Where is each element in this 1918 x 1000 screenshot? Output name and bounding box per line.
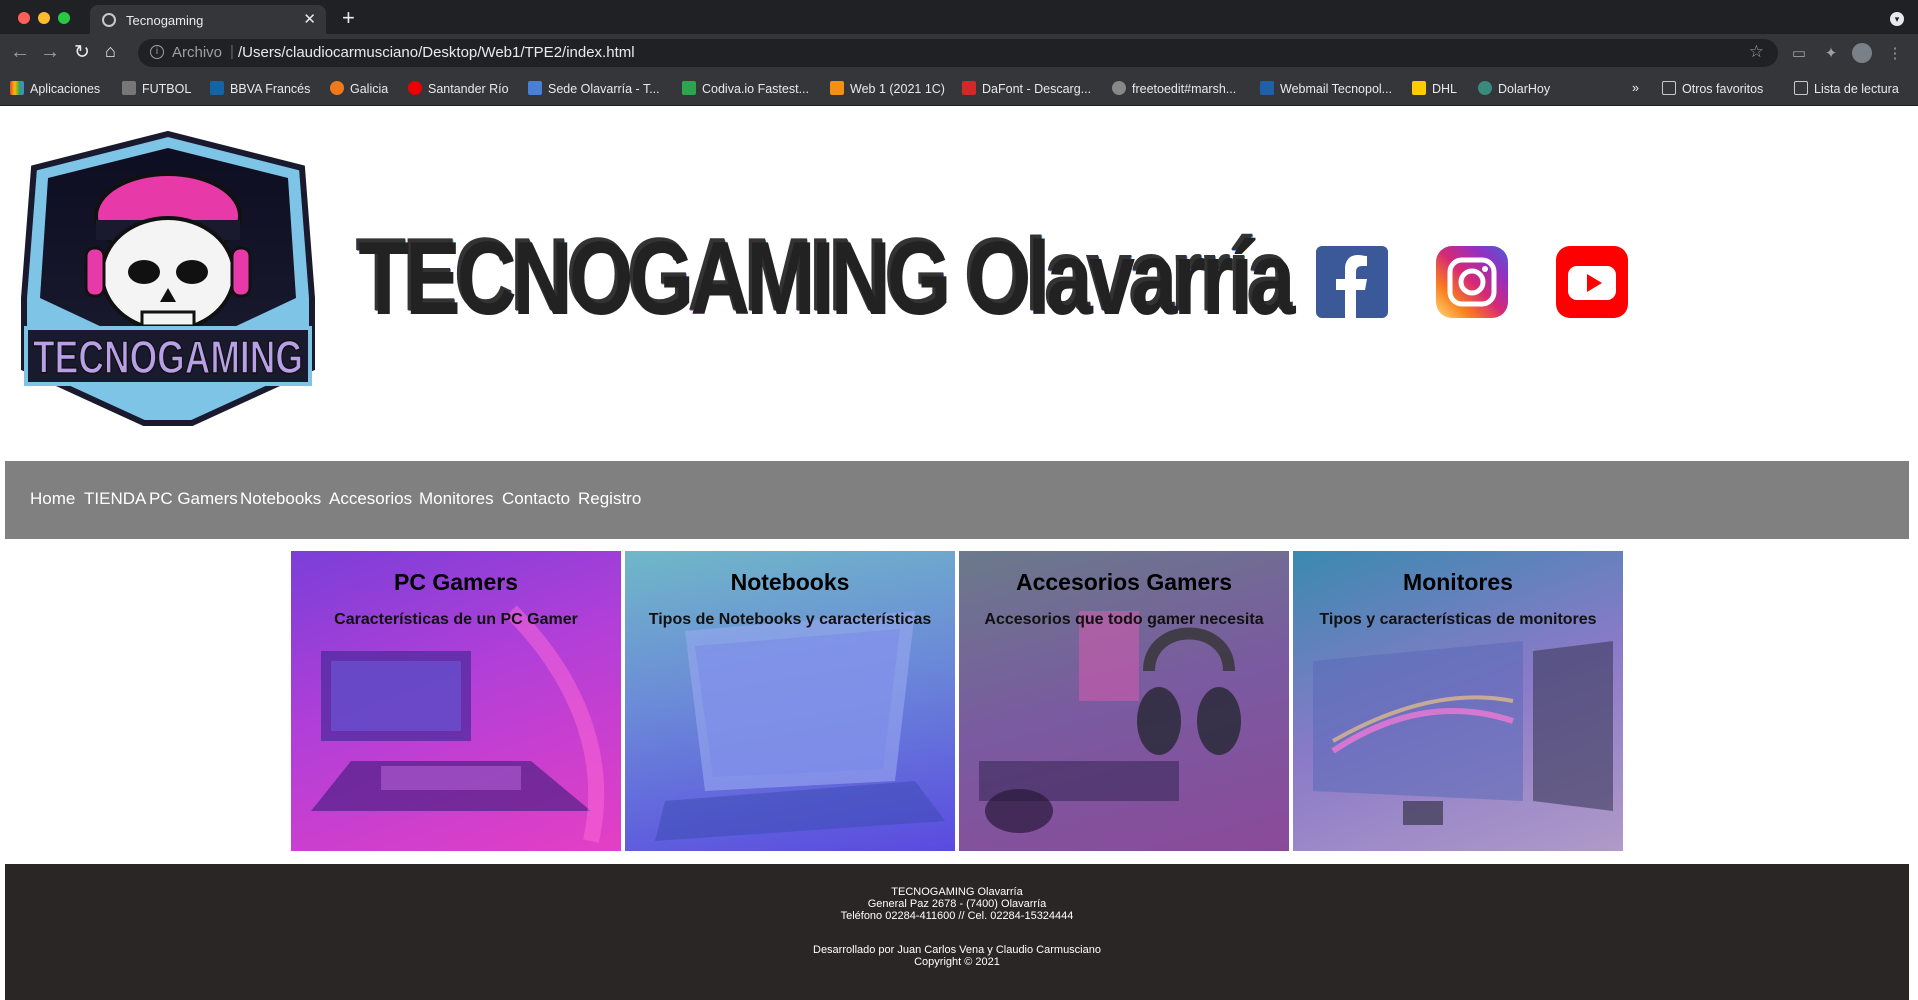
bookmark-futbol[interactable]: FUTBOL — [122, 81, 191, 97]
bookmark-codiva[interactable]: Codiva.io Fastest... — [682, 81, 809, 97]
bookmark-star-icon[interactable]: ☆ — [1749, 42, 1764, 62]
card-accesorios[interactable]: Accesorios Gamers Accesorios que todo ga… — [959, 551, 1289, 851]
nav-monitores[interactable]: Monitores — [419, 489, 494, 509]
footer-name: TECNOGAMING Olavarría — [891, 886, 1023, 898]
back-arrow-icon[interactable]: ← — [10, 41, 30, 64]
card-monitores[interactable]: Monitores Tipos y características de mon… — [1293, 551, 1623, 851]
dafont-icon — [962, 81, 976, 95]
minimize-window-button[interactable] — [38, 12, 50, 24]
maximize-window-button[interactable] — [58, 12, 70, 24]
footer-developers: Desarrollado por Juan Carlos Vena y Clau… — [813, 944, 1101, 956]
logo-text: TECNOGAMING — [33, 331, 303, 383]
site-footer: TECNOGAMING Olavarría General Paz 2678 -… — [5, 864, 1909, 1000]
reading-list-icon — [1794, 81, 1808, 95]
browser-toolbar: ← → ↻ ⌂ i Archivo | /Users/claudiocarmus… — [0, 34, 1918, 72]
profile-avatar-icon[interactable] — [1852, 43, 1872, 63]
card-title: Accesorios Gamers — [1015, 569, 1233, 595]
nav-tienda[interactable]: TIENDA — [84, 489, 146, 509]
headset-image — [979, 611, 1241, 833]
url-text[interactable]: /Users/claudiocarmusciano/Desktop/Web1/T… — [238, 44, 635, 61]
new-tab-button[interactable]: + — [342, 5, 355, 31]
reload-icon[interactable]: ↻ — [74, 41, 90, 64]
globe-icon — [1112, 81, 1126, 95]
tab-title: Tecnogaming — [126, 13, 204, 28]
tecnogaming-logo: TECNOGAMING — [21, 130, 315, 426]
bookmark-webmail[interactable]: Webmail Tecnopol... — [1260, 81, 1392, 97]
card-title: PC Gamers — [393, 569, 518, 595]
bookmark-dhl[interactable]: DHL — [1412, 81, 1457, 97]
globe-icon — [102, 13, 116, 27]
soccer-ball-icon — [122, 81, 136, 95]
card-subtitle: Tipos de Notebooks y características — [648, 611, 932, 628]
youtube-icon[interactable] — [1556, 246, 1628, 318]
notebook-image — [655, 611, 945, 841]
dolarhoy-icon — [1478, 81, 1492, 95]
apps-grid-icon — [10, 81, 24, 95]
card-subtitle: Accesorios que todo gamer necesita — [984, 611, 1264, 628]
moodle-icon — [830, 81, 844, 95]
forward-arrow-icon[interactable]: → — [40, 41, 60, 64]
bookmark-apps[interactable]: Aplicaciones — [10, 81, 100, 97]
nav-notebooks[interactable]: Notebooks — [240, 489, 321, 509]
card-title: Notebooks — [730, 569, 850, 595]
menu-kebab-icon[interactable]: ⋮ — [1886, 44, 1904, 62]
bookmark-sede-olavarria[interactable]: Sede Olavarría - T... — [528, 81, 660, 97]
document-icon — [528, 81, 542, 95]
pc-setup-image — [311, 605, 605, 843]
bookmark-overflow-icon[interactable]: » — [1632, 81, 1639, 97]
footer-copyright: Copyright © 2021 — [914, 956, 1000, 968]
bookmark-bbva[interactable]: BBVA Francés — [210, 81, 310, 97]
address-bar[interactable]: i Archivo | /Users/claudiocarmusciano/De… — [138, 39, 1778, 67]
page-content: TECNOGAMING TECNOGAMING Olavarría Home T… — [0, 106, 1918, 1000]
nav-pc-gamers[interactable]: PC Gamers — [149, 489, 238, 509]
nav-home[interactable]: Home — [30, 489, 75, 509]
dhl-icon — [1412, 81, 1426, 95]
browser-tab[interactable]: Tecnogaming ✕ — [90, 5, 326, 34]
bookmark-galicia[interactable]: Galicia — [330, 81, 388, 97]
url-scheme-label: Archivo — [172, 44, 223, 61]
bookmark-dafont[interactable]: DaFont - Descarg... — [962, 81, 1091, 97]
bookmark-web1[interactable]: Web 1 (2021 1C) — [830, 81, 945, 97]
reading-list-button[interactable]: Lista de lectura — [1794, 81, 1899, 97]
monitor-image — [1313, 641, 1613, 825]
main-nav: Home TIENDA PC Gamers Notebooks Accesori… — [5, 461, 1909, 539]
card-notebooks[interactable]: Notebooks Tipos de Notebooks y caracterí… — [625, 551, 955, 851]
bookmark-dolarhoy[interactable]: DolarHoy — [1478, 81, 1550, 97]
folder-icon — [1662, 81, 1676, 95]
url-separator: | — [230, 43, 234, 60]
card-pc-gamers[interactable]: PC Gamers Características de un PC Gamer — [291, 551, 621, 851]
facebook-icon[interactable] — [1316, 246, 1388, 318]
browser-tab-strip: Tecnogaming ✕ + ▾ — [0, 0, 1918, 34]
instagram-icon[interactable] — [1436, 246, 1508, 318]
bookmark-santander[interactable]: Santander Río — [408, 81, 509, 97]
footer-phone: Teléfono 02284-411600 // Cel. 02284-1532… — [840, 910, 1074, 922]
santander-icon — [408, 81, 422, 95]
footer-address: General Paz 2678 - (7400) Olavarría — [867, 898, 1047, 910]
nav-contacto[interactable]: Contacto — [502, 489, 570, 509]
bbva-icon — [210, 81, 224, 95]
info-icon[interactable]: i — [150, 45, 164, 59]
tab-search-icon[interactable]: ▾ — [1890, 12, 1904, 26]
card-subtitle: Características de un PC Gamer — [334, 611, 578, 628]
home-icon[interactable]: ⌂ — [105, 41, 116, 62]
codiva-icon — [682, 81, 696, 95]
card-subtitle: Tipos y características de monitores — [1319, 611, 1597, 628]
extensions-puzzle-icon[interactable]: ✦ — [1822, 44, 1840, 62]
webmail-icon — [1260, 81, 1274, 95]
nav-accesorios[interactable]: Accesorios — [329, 489, 412, 509]
tab-close-icon[interactable]: ✕ — [303, 10, 316, 28]
card-title: Monitores — [1403, 569, 1513, 595]
galicia-icon — [330, 81, 344, 95]
bookmarks-bar: Aplicaciones FUTBOL BBVA Francés Galicia… — [0, 72, 1918, 106]
nav-registro[interactable]: Registro — [578, 489, 641, 509]
cast-icon[interactable]: ▭ — [1790, 44, 1808, 62]
brand-title: TECNOGAMING Olavarría — [356, 218, 1293, 334]
bookmark-freetoedit[interactable]: freetoedit#marsh... — [1112, 81, 1236, 97]
close-window-button[interactable] — [18, 12, 30, 24]
bookmark-other-favorites[interactable]: Otros favoritos — [1662, 81, 1763, 97]
